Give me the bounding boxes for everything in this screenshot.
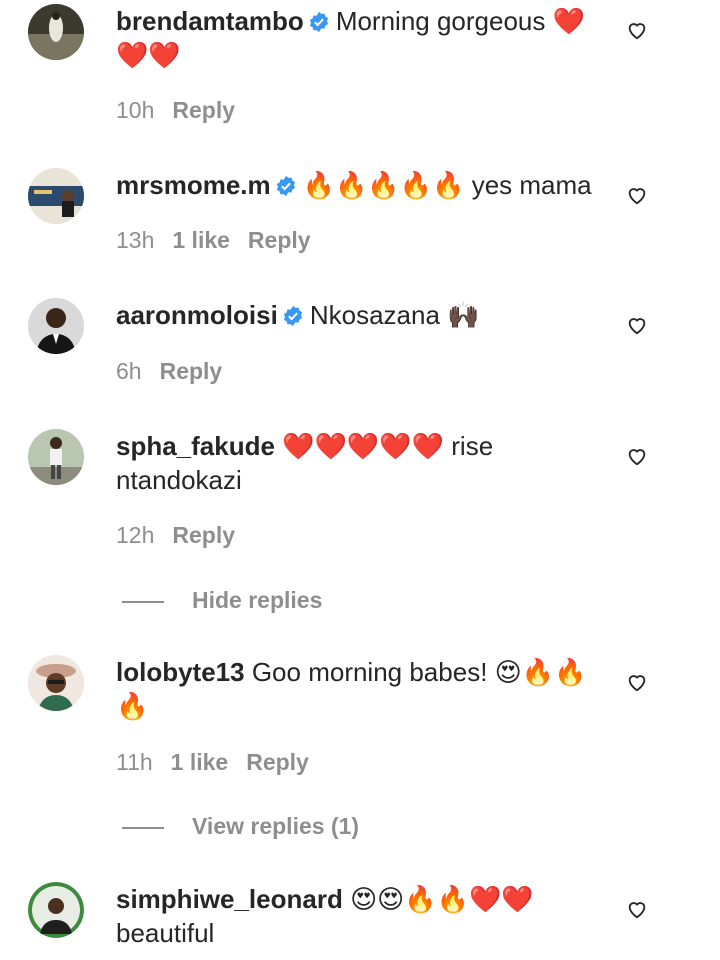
- hide-replies-button[interactable]: Hide replies: [122, 585, 322, 615]
- reply-button[interactable]: Reply: [160, 358, 223, 384]
- comment-body: mrsmome.m 🔥🔥🔥🔥🔥 yes mama: [116, 168, 596, 202]
- like-heart-icon[interactable]: [626, 671, 648, 693]
- comment-username[interactable]: lolobyte13: [116, 657, 245, 687]
- comment-time: 6h: [116, 358, 142, 384]
- like-heart-icon[interactable]: [626, 898, 648, 920]
- comment-username[interactable]: aaronmoloisi: [116, 300, 278, 330]
- avatar[interactable]: [28, 298, 84, 354]
- view-replies-button[interactable]: View replies (1): [122, 811, 359, 841]
- avatar[interactable]: [28, 655, 84, 711]
- comment-meta: 10h Reply: [116, 95, 253, 125]
- verified-badge-icon: [282, 305, 304, 327]
- comment-meta: 11h 1 like Reply: [116, 747, 327, 777]
- verified-badge-icon: [308, 11, 330, 33]
- view-replies-label: View replies (1): [192, 813, 360, 839]
- comment-time: 13h: [116, 227, 155, 253]
- comment-meta: 6h Reply: [116, 356, 240, 386]
- comment-text: Nkosazana 🙌🏿: [309, 300, 480, 330]
- comment-text: 🔥🔥🔥🔥🔥 yes mama: [302, 170, 592, 200]
- comment-time: 11h: [116, 749, 153, 775]
- like-heart-icon[interactable]: [626, 445, 648, 467]
- hide-replies-label: Hide replies: [192, 587, 323, 613]
- comment-body: brendamtambo Morning gorgeous ❤️❤️❤️: [116, 4, 596, 72]
- like-heart-icon[interactable]: [626, 314, 648, 336]
- verified-badge-icon: [275, 175, 297, 197]
- reply-button[interactable]: Reply: [172, 522, 235, 548]
- reply-button[interactable]: Reply: [172, 97, 235, 123]
- reply-button[interactable]: Reply: [248, 227, 311, 253]
- comment-time: 12h: [116, 522, 155, 548]
- avatar[interactable]: [28, 4, 84, 60]
- avatar[interactable]: [28, 429, 84, 485]
- comment-body: aaronmoloisi Nkosazana 🙌🏿: [116, 298, 596, 332]
- avatar[interactable]: [28, 882, 84, 938]
- reply-button[interactable]: Reply: [246, 749, 309, 775]
- comment-meta: 13h 1 like Reply: [116, 225, 329, 255]
- avatar[interactable]: [28, 168, 84, 224]
- likes-count[interactable]: 1 like: [171, 749, 229, 775]
- comment-time: 10h: [116, 97, 155, 123]
- likes-count[interactable]: 1 like: [172, 227, 230, 253]
- comment-username[interactable]: brendamtambo: [116, 6, 304, 36]
- comment-body: spha_fakude ❤️❤️❤️❤️❤️ rise ntandokazi: [116, 429, 596, 497]
- comment-username[interactable]: mrsmome.m: [116, 170, 271, 200]
- thread-line: [122, 826, 164, 829]
- comment-body: simphiwe_leonard 😍😍🔥🔥❤️❤️ beautiful: [116, 882, 596, 950]
- comment-username[interactable]: simphiwe_leonard: [116, 884, 343, 914]
- comment-body: lolobyte13 Goo morning babes! 😍🔥🔥🔥: [116, 655, 596, 723]
- like-heart-icon[interactable]: [626, 184, 648, 206]
- comment-username[interactable]: spha_fakude: [116, 431, 275, 461]
- comment-meta: 12h Reply: [116, 520, 253, 550]
- thread-line: [122, 600, 164, 603]
- like-heart-icon[interactable]: [626, 19, 648, 41]
